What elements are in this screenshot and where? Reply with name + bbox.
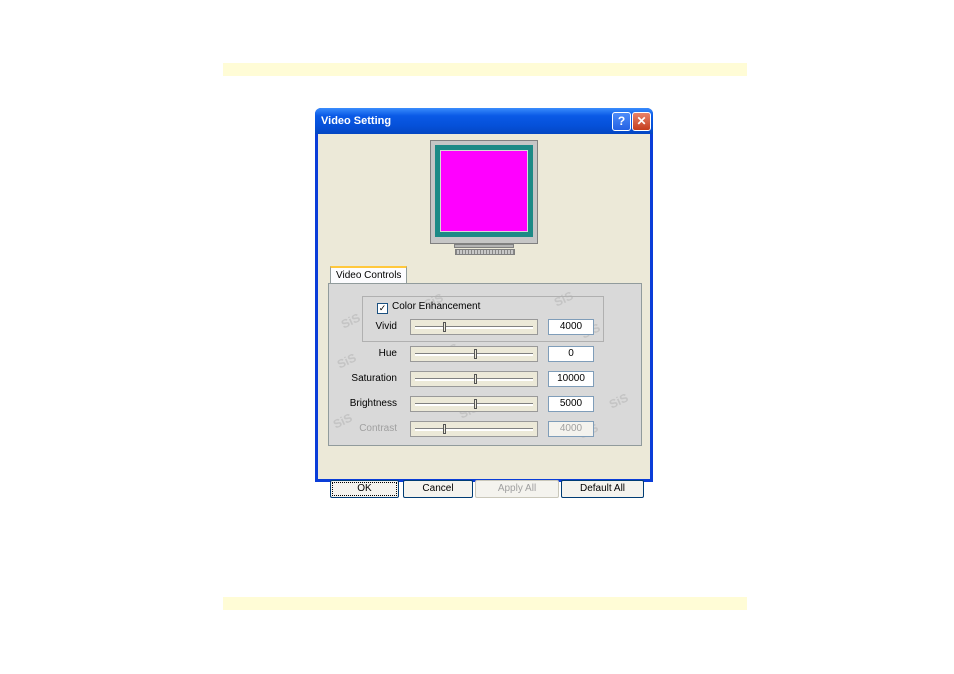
video-setting-dialog: Video Setting ? ✕ Video Controls SiS SiS… (315, 108, 653, 498)
bottom-highlight-band (223, 597, 747, 610)
brightness-slider[interactable] (410, 396, 538, 412)
monitor-screen-color-preview (440, 150, 528, 232)
vivid-label: Vivid (375, 321, 398, 332)
dialog-body: Video Controls SiS SiS SiS SiS SiS SiS S… (318, 134, 650, 498)
video-controls-panel: SiS SiS SiS SiS SiS SiS SiS SiS SiS SiS … (328, 283, 642, 446)
brightness-label: Brightness (349, 398, 397, 409)
title-bar[interactable]: Video Setting ? ✕ (315, 108, 653, 134)
contrast-slider (410, 421, 538, 437)
default-all-button[interactable]: Default All (561, 480, 644, 498)
close-button[interactable]: ✕ (632, 112, 651, 131)
watermark: SiS (606, 390, 631, 412)
cancel-button[interactable]: Cancel (403, 480, 473, 498)
hue-value-box[interactable]: 0 (548, 346, 594, 362)
ok-button[interactable]: OK (330, 480, 399, 498)
hue-label: Hue (378, 348, 397, 359)
brightness-value-box[interactable]: 5000 (548, 396, 594, 412)
brightness-slider-thumb[interactable] (474, 399, 477, 409)
vivid-value-box[interactable]: 4000 (548, 319, 594, 335)
top-highlight-band (223, 63, 747, 76)
apply-all-button[interactable]: Apply All (475, 480, 559, 498)
monitor-base (455, 249, 515, 255)
saturation-value-box[interactable]: 10000 (548, 371, 594, 387)
color-enhancement-label[interactable]: Color Enhancement (392, 301, 480, 312)
saturation-label: Saturation (351, 373, 397, 384)
monitor-preview (430, 140, 538, 244)
hue-slider-thumb[interactable] (474, 349, 477, 359)
vivid-slider[interactable] (410, 319, 538, 335)
vivid-slider-track (415, 326, 533, 329)
contrast-value-box: 4000 (548, 421, 594, 437)
window-title: Video Setting (321, 115, 392, 127)
monitor-frame (435, 145, 533, 237)
vivid-slider-thumb[interactable] (443, 322, 447, 332)
contrast-label: Contrast (359, 423, 397, 434)
help-button[interactable]: ? (612, 112, 631, 131)
contrast-slider-track (415, 428, 533, 431)
monitor-neck (454, 244, 514, 248)
saturation-slider-thumb[interactable] (474, 374, 477, 384)
color-enhancement-checkbox[interactable]: ✓ (377, 303, 388, 314)
hue-slider[interactable] (410, 346, 538, 362)
contrast-slider-thumb (443, 424, 447, 434)
saturation-slider[interactable] (410, 371, 538, 387)
